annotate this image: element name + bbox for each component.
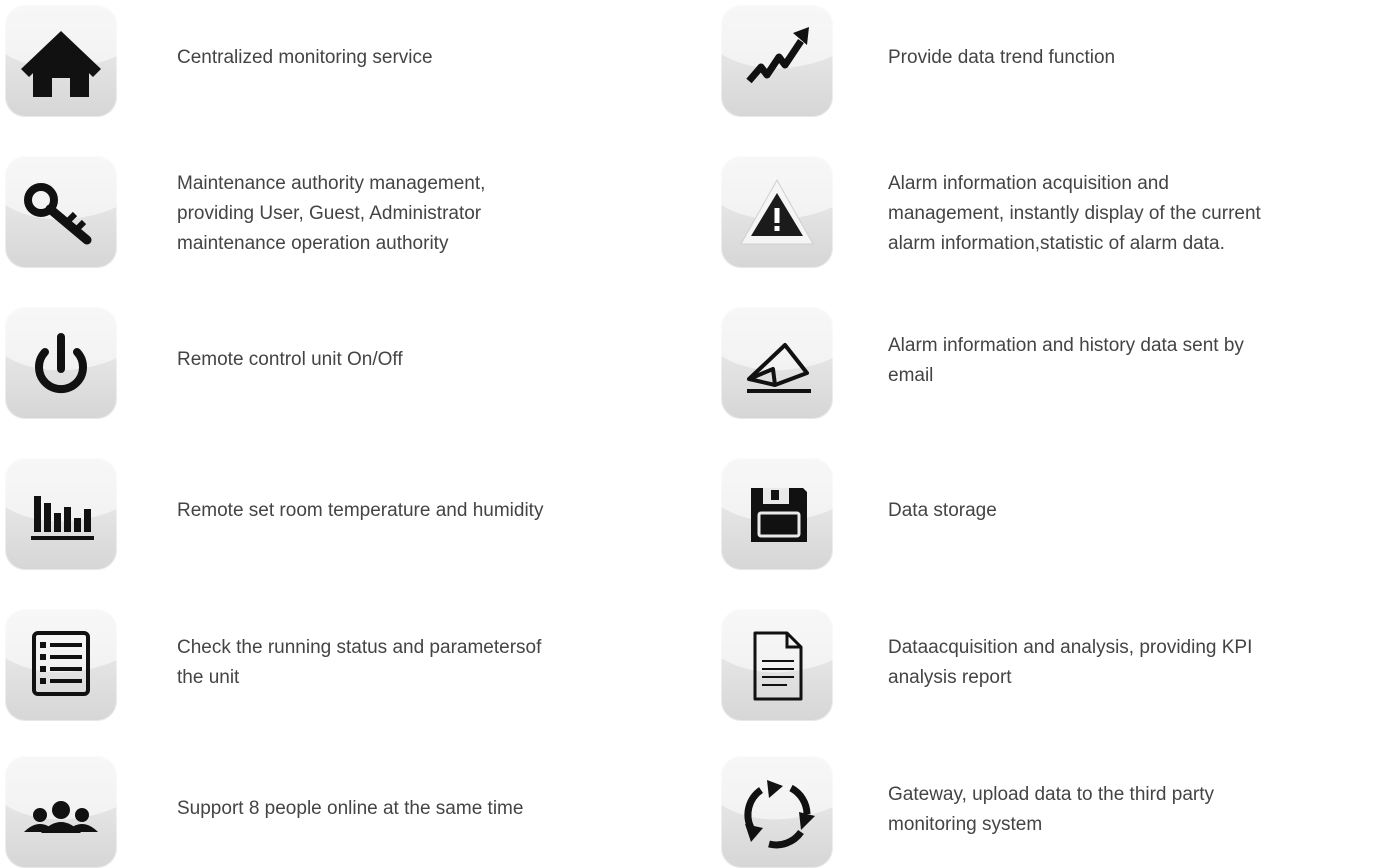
icon-tile <box>721 307 833 419</box>
home-icon <box>21 31 101 97</box>
feature-text: Provide data trend function <box>888 47 1116 68</box>
feature-text: Data storage <box>888 500 997 521</box>
feature-text: Remote control unit On/Off <box>177 349 403 370</box>
feature-text: Support 8 people online at the same time <box>177 798 524 819</box>
feature-text: Check the running status and parameterso… <box>177 637 542 688</box>
users-icon <box>24 801 98 833</box>
document-icon <box>753 631 803 701</box>
feature-item: Centralized monitoring service <box>5 5 705 117</box>
list-icon <box>32 631 90 696</box>
icon-tile <box>5 756 117 868</box>
icon-tile <box>5 156 117 268</box>
icon-tile <box>5 5 117 117</box>
icon-tile <box>5 458 117 570</box>
feature-text: Dataacquisition and analysis, providing … <box>888 637 1253 688</box>
feature-text: Alarm information and history data sent … <box>888 335 1244 386</box>
feature-item: Maintenance authority management, provid… <box>5 156 705 268</box>
power-icon <box>35 333 87 394</box>
icon-tile <box>5 609 117 721</box>
trend-icon <box>746 27 809 84</box>
feature-item: Remote control unit On/Off <box>5 307 705 419</box>
feature-item: Dataacquisition and analysis, providing … <box>721 609 1381 721</box>
icon-tile <box>721 5 833 117</box>
warning-icon <box>740 178 814 245</box>
icon-tile <box>721 458 833 570</box>
feature-text: Alarm information acquisition and manage… <box>888 173 1261 254</box>
key-icon <box>24 183 92 245</box>
feature-item: Provide data trend function <box>721 5 1381 117</box>
feature-text: Remote set room temperature and humidity <box>177 500 544 521</box>
icon-tile <box>5 307 117 419</box>
feature-text: Maintenance authority management, provid… <box>177 173 486 254</box>
feature-item: Gateway, upload data to the third party … <box>721 756 1381 868</box>
feature-item: Alarm information acquisition and manage… <box>721 156 1381 268</box>
refresh-cycle-icon <box>744 780 815 849</box>
feature-text: Gateway, upload data to the third party … <box>888 784 1215 835</box>
feature-item: Check the running status and parameterso… <box>5 609 705 721</box>
icon-tile <box>721 156 833 268</box>
feature-item: Remote set room temperature and humidity <box>5 458 705 570</box>
feature-item: Alarm information and history data sent … <box>721 307 1381 419</box>
floppy-disk-icon <box>751 488 807 542</box>
feature-text: Centralized monitoring service <box>177 47 433 68</box>
feature-item: Support 8 people online at the same time <box>5 756 705 868</box>
icon-tile <box>721 609 833 721</box>
bar-chart-icon <box>31 496 94 540</box>
feature-item: Data storage <box>721 458 1381 570</box>
envelope-icon <box>747 343 811 393</box>
icon-tile <box>721 756 833 868</box>
